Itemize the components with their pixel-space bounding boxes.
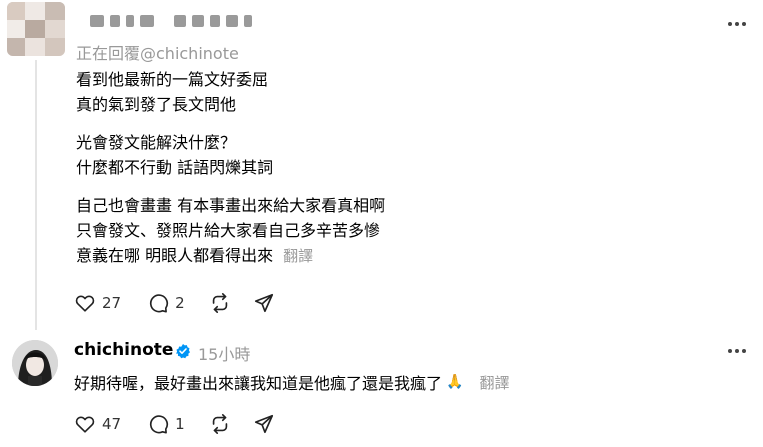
verified-badge-icon xyxy=(175,343,191,363)
avatar[interactable] xyxy=(12,340,58,386)
like-button[interactable]: 27 xyxy=(74,292,121,314)
repost-icon xyxy=(212,414,227,434)
post-line-text: 意義在哪 明眼人都看得出來 xyxy=(76,246,274,265)
share-button[interactable] xyxy=(253,292,275,314)
post-line: 什麼都不行動 話語閃爍其詞 xyxy=(76,158,274,177)
translate-link[interactable]: 翻譯 xyxy=(479,372,509,393)
comment-count: 1 xyxy=(175,415,185,433)
share-icon xyxy=(254,414,273,434)
post-line: 真的氣到發了長文問他 xyxy=(76,95,237,114)
avatar[interactable] xyxy=(7,2,65,56)
thread-line xyxy=(35,60,37,330)
share-button[interactable] xyxy=(253,413,275,435)
comment-count: 2 xyxy=(175,294,185,312)
post-line: 看到他最新的一篇文好委屈 xyxy=(76,70,269,89)
timestamp: 15小時 xyxy=(198,345,251,364)
share-icon xyxy=(254,293,273,313)
post-line: 意義在哪 明眼人都看得出來 翻譯 xyxy=(76,243,716,269)
repost-button[interactable] xyxy=(209,292,231,314)
like-button[interactable]: 47 xyxy=(74,413,121,435)
post-text: 看到他最新的一篇文好委屈 真的氣到發了長文問他 光會發文能解決什麼？ 什麼都不行… xyxy=(76,67,716,269)
post-actions: 27 2 xyxy=(74,292,275,314)
post-line: 光會發文能解決什麼？ xyxy=(76,133,237,152)
repost-button[interactable] xyxy=(209,413,231,435)
repost-icon xyxy=(212,293,227,313)
post-text: 好期待喔，最好畫出來讓我知道是他瘋了還是我瘋了 🙏 翻譯 xyxy=(74,370,509,394)
post-line: 自己也會畫畫 有本事畫出來給大家看真相啊 xyxy=(76,196,386,215)
translate-link[interactable]: 翻譯 xyxy=(283,247,313,265)
heart-icon xyxy=(75,416,95,433)
like-count: 27 xyxy=(102,294,122,312)
replying-to-label[interactable]: 正在回覆@chichinote xyxy=(76,40,239,64)
post-line: 只會發文、發照片給大家看自己多辛苦多慘 xyxy=(76,221,381,240)
heart-icon xyxy=(75,295,95,312)
more-icon[interactable] xyxy=(728,14,748,34)
praying-hands-emoji: 🙏 xyxy=(446,374,464,390)
like-count: 47 xyxy=(102,415,122,433)
comment-icon xyxy=(150,415,169,434)
comment-button[interactable]: 1 xyxy=(147,413,185,435)
post-actions: 47 1 xyxy=(74,413,275,435)
comment-button[interactable]: 2 xyxy=(147,292,185,314)
username-blurred[interactable] xyxy=(90,11,270,31)
post-line-text: 好期待喔，最好畫出來讓我知道是他瘋了還是我瘋了 xyxy=(74,374,443,393)
username[interactable]: chichinote xyxy=(74,340,173,360)
comment-icon xyxy=(150,294,169,313)
more-icon[interactable] xyxy=(728,341,748,361)
